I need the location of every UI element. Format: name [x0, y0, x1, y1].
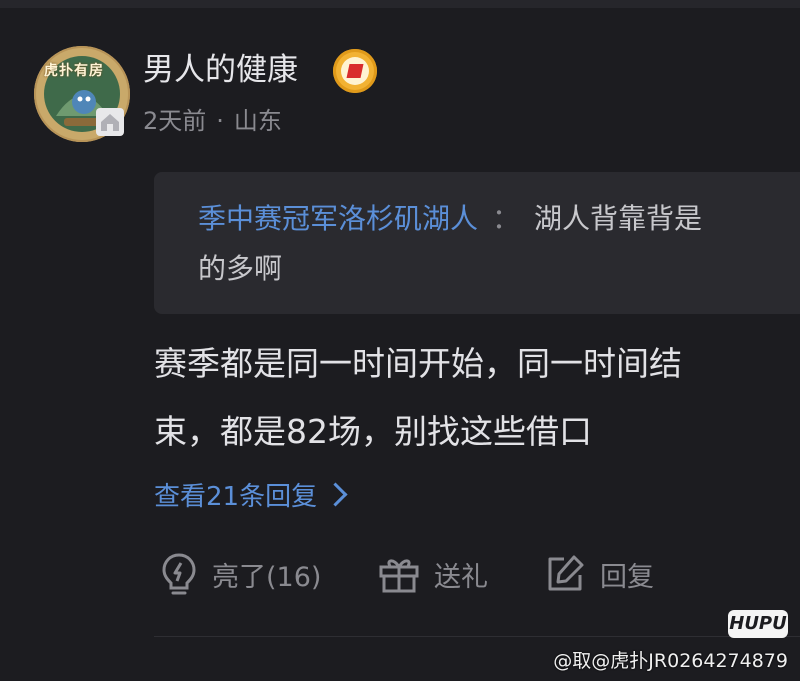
- house-icon: [96, 108, 124, 136]
- comment-page: 虎扑有房 男人的健康 2天前 · 山东 季中赛冠军洛杉矶湖人：湖人背靠背是 的多啊 …: [0, 0, 800, 681]
- quote-author[interactable]: 季中赛冠军洛杉矶湖人: [198, 202, 478, 235]
- comment-text-line-1: 赛季都是同一时间开始，同一时间结: [154, 344, 682, 383]
- reply-button[interactable]: 回复: [544, 551, 654, 597]
- quoted-comment[interactable]: 季中赛冠军洛杉矶湖人 ： 湖人背靠背是 的多啊: [154, 172, 800, 314]
- meta-separator: ·: [216, 107, 224, 135]
- username[interactable]: 男人的健康: [143, 50, 298, 90]
- quote-line-2: 的多啊: [198, 252, 283, 285]
- edit-reply-icon: [548, 555, 584, 591]
- gift-label: 送礼: [434, 561, 488, 593]
- quote-line-1: 季中赛冠军洛杉矶湖人 ： 湖人背靠背是: [198, 200, 702, 238]
- verified-badge-icon: [333, 49, 377, 93]
- view-replies-link[interactable]: 查看21条回复: [154, 478, 348, 516]
- avatar-badge-text: 虎扑有房: [44, 63, 104, 79]
- chevron-right-icon: [323, 482, 348, 507]
- bottom-divider: [154, 636, 800, 637]
- quote-colon: ：: [492, 202, 521, 235]
- post-meta: 2天前 · 山东: [143, 104, 282, 138]
- like-button[interactable]: 亮了(16): [160, 551, 321, 597]
- comment-text-line-2: 束，都是82场，别找这些借口: [154, 412, 592, 451]
- view-replies-label: 查看21条回复: [154, 482, 318, 512]
- gift-button[interactable]: 送礼: [378, 551, 488, 597]
- lightbulb-icon: [162, 553, 196, 595]
- quote-text: 湖人背靠背是: [534, 202, 703, 235]
- reply-label: 回复: [600, 561, 654, 593]
- hupu-logo: HUPU: [728, 610, 788, 638]
- post-time: 2天前: [143, 107, 207, 135]
- post-location: 山东: [233, 107, 282, 135]
- watermark-text: @取@虎扑JR0264274879: [553, 650, 788, 672]
- like-label: 亮了(16): [212, 561, 322, 593]
- top-divider: [0, 0, 800, 8]
- gift-icon: [379, 559, 419, 593]
